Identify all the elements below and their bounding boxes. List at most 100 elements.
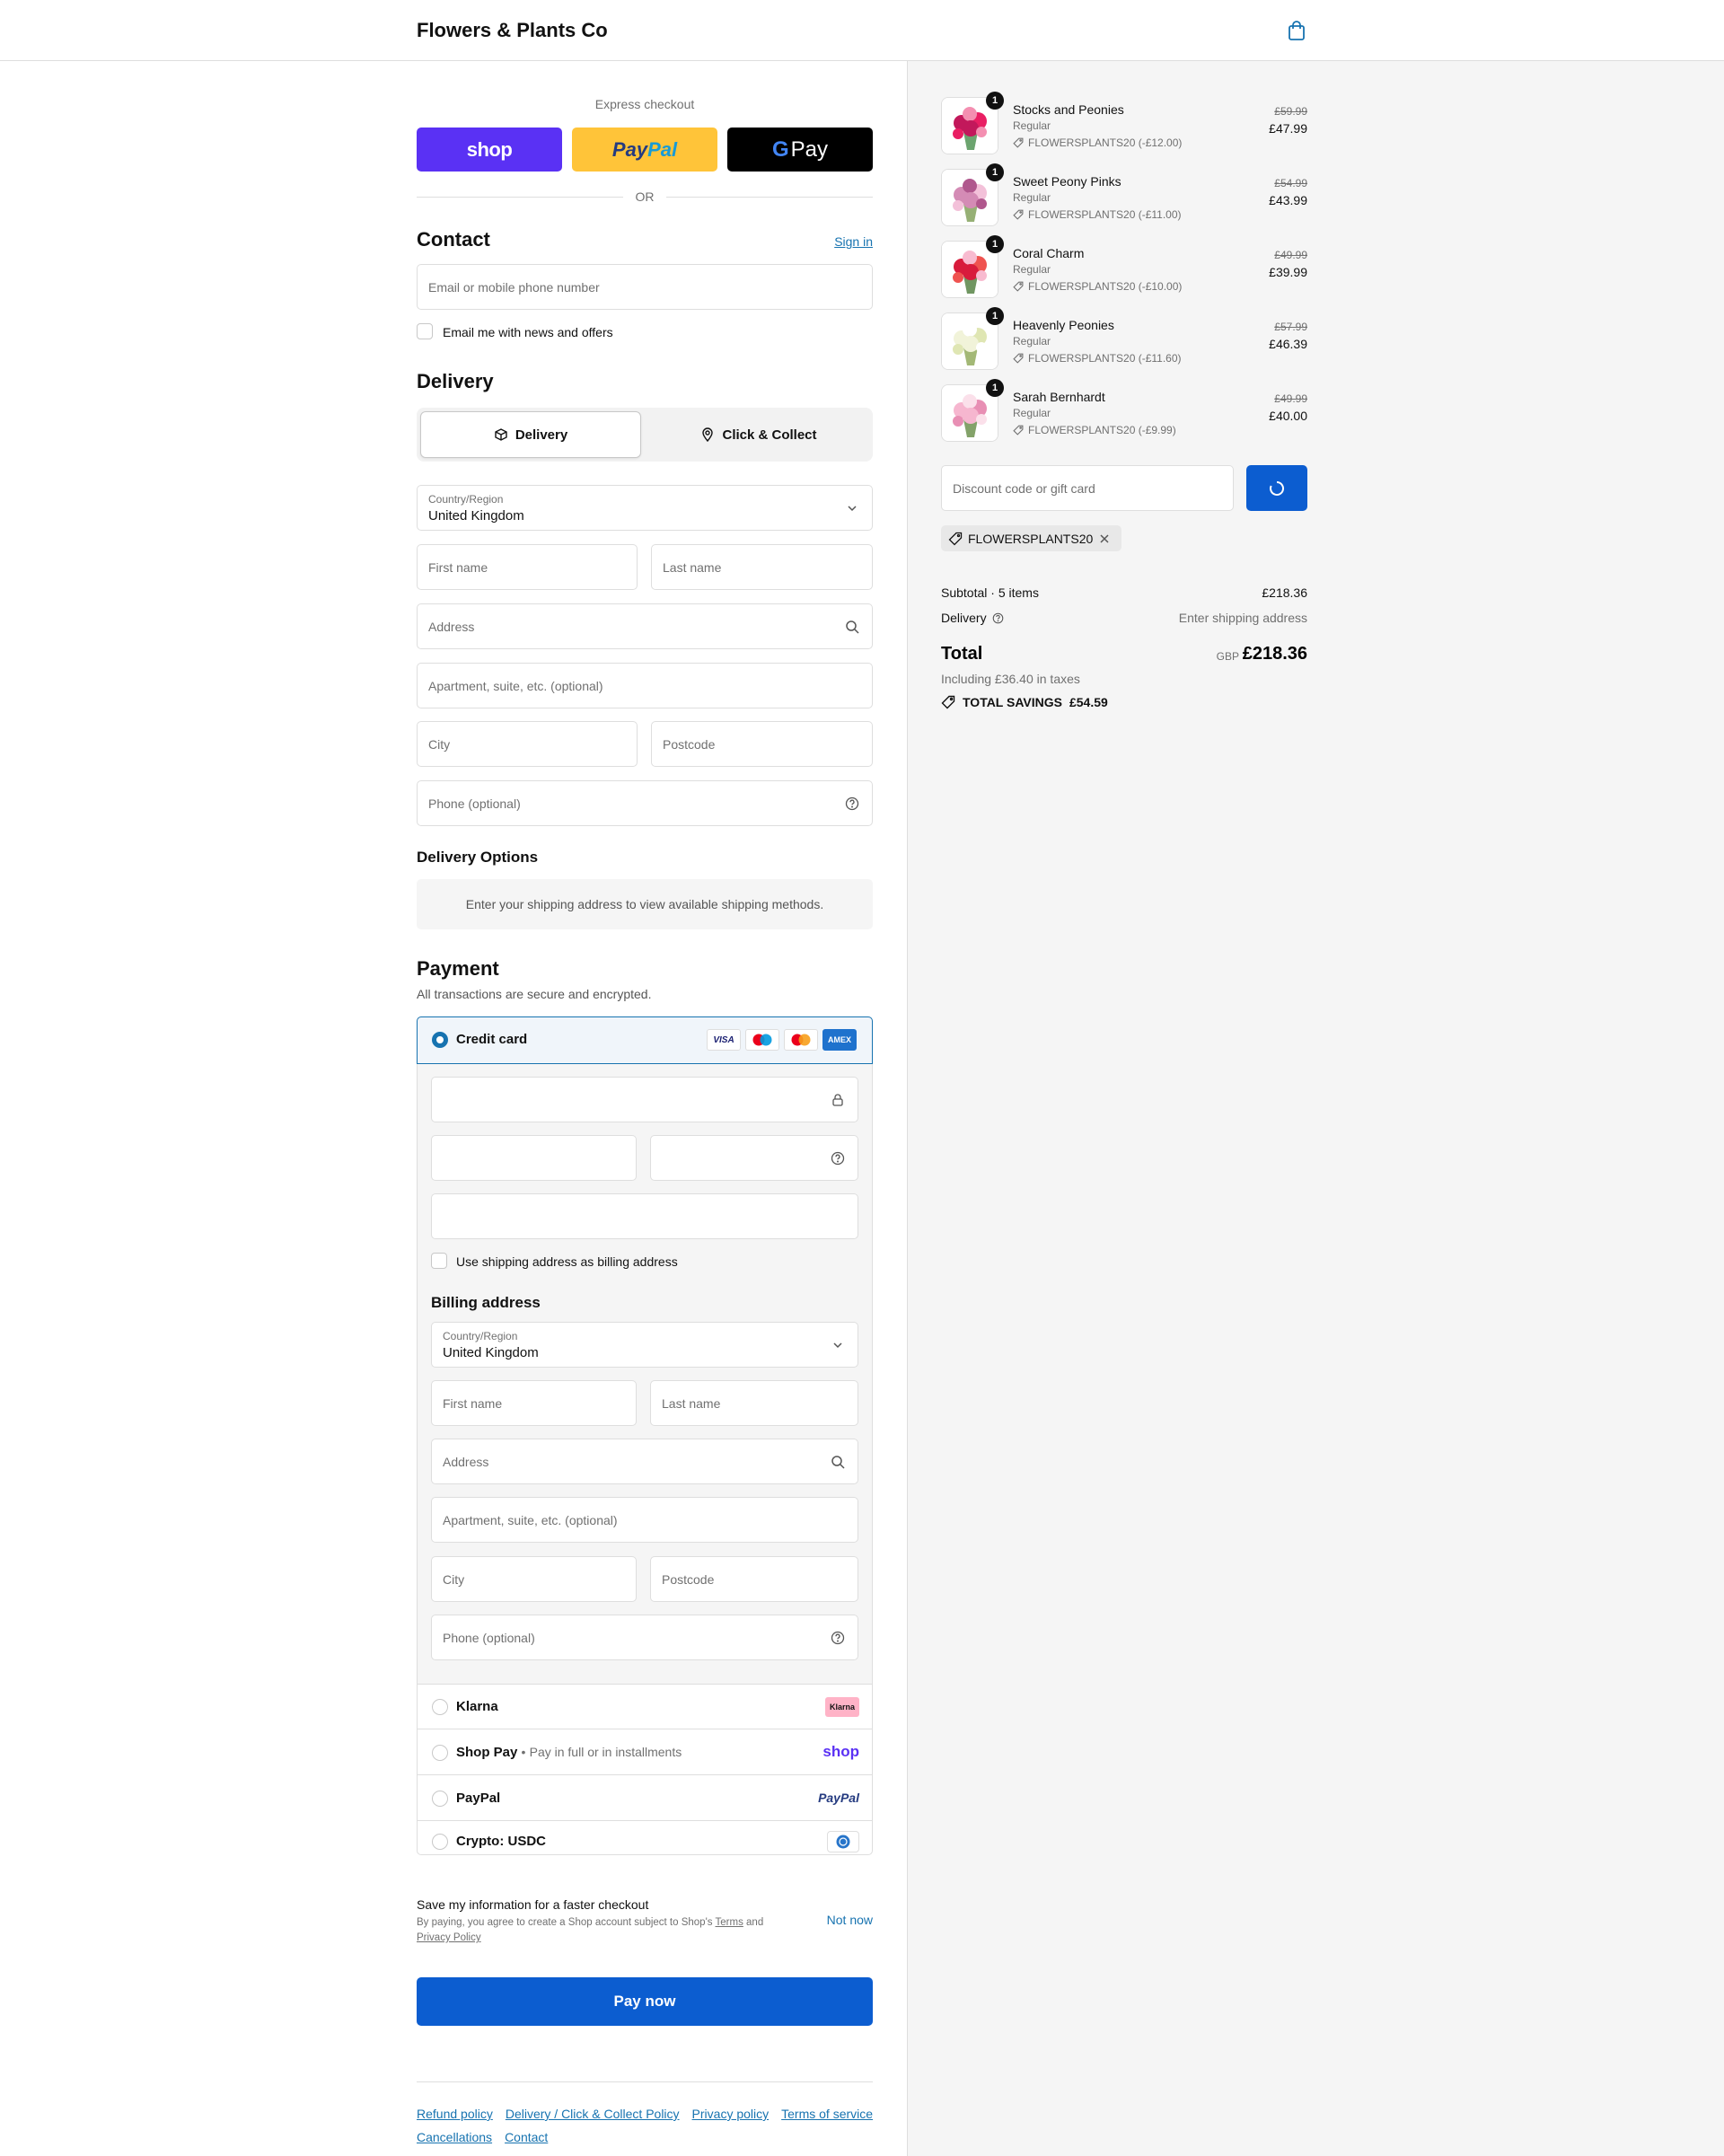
crypto-label: Crypto: USDC: [456, 1834, 546, 1849]
last-name-field[interactable]: Last name: [651, 544, 873, 590]
terms-of-service-link[interactable]: Terms of service: [781, 2107, 873, 2121]
shop-pay-radio[interactable]: [432, 1745, 448, 1761]
item-discount: FLOWERSPLANTS20 (-£11.60): [1013, 352, 1182, 365]
delivery-title: Delivery: [417, 370, 494, 392]
item-variant: Regular: [1013, 119, 1051, 132]
total-savings: TOTAL SAVINGS £54.59: [941, 695, 1108, 709]
email-field[interactable]: Email or mobile phone number: [417, 264, 873, 310]
tab-click-collect[interactable]: Click & Collect: [648, 411, 869, 458]
item-variant: Regular: [1013, 191, 1051, 204]
billing-address-field[interactable]: Address: [431, 1439, 858, 1484]
visa-icon: VISA: [707, 1029, 741, 1051]
security-code-field[interactable]: [650, 1135, 858, 1181]
tab-delivery[interactable]: Delivery: [420, 411, 641, 458]
billing-country-select[interactable]: Country/Region United Kingdom: [431, 1322, 858, 1368]
crypto-radio[interactable]: [432, 1834, 448, 1850]
site-header: Flowers & Plants Co: [0, 0, 1724, 61]
item-variant: Regular: [1013, 335, 1051, 348]
brand-name[interactable]: Flowers & Plants Co: [417, 19, 608, 42]
refund-policy-link[interactable]: Refund policy: [417, 2107, 493, 2121]
paypal-logo: PayPal: [818, 1791, 859, 1805]
not-now-button[interactable]: Not now: [827, 1913, 873, 1927]
item-price: £40.00: [1269, 409, 1307, 423]
paypal-express-button[interactable]: PayPal: [572, 128, 717, 172]
first-name-field[interactable]: First name: [417, 544, 638, 590]
item-price: £46.39: [1269, 337, 1307, 351]
address-field[interactable]: Address: [417, 603, 873, 649]
tag-icon: [948, 532, 963, 545]
privacy-policy-footer-link[interactable]: Privacy policy: [692, 2107, 770, 2121]
billing-last-name-field[interactable]: Last name: [650, 1380, 858, 1426]
city-field[interactable]: City: [417, 721, 638, 767]
quantity-badge: 1: [986, 379, 1004, 397]
country-select[interactable]: Country/Region United Kingdom: [417, 485, 873, 531]
usdc-icon: [827, 1831, 859, 1852]
footer-divider: [417, 2081, 873, 2082]
total-row: Total GBP £218.36: [941, 644, 1307, 667]
phone-field[interactable]: Phone (optional): [417, 780, 873, 826]
news-checkbox[interactable]: [417, 323, 433, 339]
item-name: Sweet Peony Pinks: [1013, 174, 1121, 189]
klarna-radio[interactable]: [432, 1699, 448, 1715]
google-pay-express-button[interactable]: G Pay: [727, 128, 873, 172]
paypal-option[interactable]: PayPal PayPal: [418, 1776, 872, 1821]
item-discount: FLOWERSPLANTS20 (-£12.00): [1013, 136, 1182, 149]
close-icon[interactable]: [1098, 532, 1111, 545]
contact-link[interactable]: Contact: [505, 2130, 548, 2144]
credit-card-radio[interactable]: [432, 1032, 448, 1048]
paypal-radio[interactable]: [432, 1791, 448, 1807]
shopping-bag-icon[interactable]: [1287, 20, 1306, 41]
payment-subtitle: All transactions are secure and encrypte…: [417, 987, 652, 1001]
item-original-price: £54.99: [1274, 177, 1307, 189]
credit-card-option[interactable]: Credit card VISA AMEX: [417, 1016, 873, 1064]
delivery-row: Delivery Enter shipping address: [941, 611, 1307, 625]
news-checkbox-label: Email me with news and offers: [443, 325, 613, 339]
item-name: Coral Charm: [1013, 246, 1085, 260]
express-checkout-title: Express checkout: [594, 97, 695, 111]
billing-postcode-field[interactable]: Postcode: [650, 1556, 858, 1602]
apartment-field[interactable]: Apartment, suite, etc. (optional): [417, 663, 873, 708]
postcode-field[interactable]: Postcode: [651, 721, 873, 767]
shop-pay-option[interactable]: Shop Pay • Pay in full or in installment…: [418, 1730, 872, 1775]
klarna-label: Klarna: [456, 1699, 498, 1714]
delivery-policy-link[interactable]: Delivery / Click & Collect Policy: [506, 2107, 680, 2121]
item-variant: Regular: [1013, 263, 1051, 276]
card-number-field[interactable]: [431, 1077, 858, 1122]
discount-code-field[interactable]: Discount code or gift card: [941, 465, 1234, 511]
sign-in-link[interactable]: Sign in: [834, 234, 873, 249]
delivery-options-notice: Enter your shipping address to view avai…: [417, 879, 873, 929]
shop-pay-logo: shop: [822, 1743, 859, 1760]
savings-label: TOTAL SAVINGS: [963, 695, 1062, 709]
save-info-description: By paying, you agree to create a Shop ac…: [417, 1917, 764, 1943]
location-pin-icon: [702, 427, 714, 442]
item-discount: FLOWERSPLANTS20 (-£10.00): [1013, 280, 1182, 293]
cancellations-link[interactable]: Cancellations: [417, 2130, 492, 2144]
help-icon[interactable]: [831, 1151, 845, 1166]
billing-city-field[interactable]: City: [431, 1556, 637, 1602]
expiry-field[interactable]: [431, 1135, 637, 1181]
subtotal-value: £218.36: [1262, 585, 1307, 600]
use-shipping-checkbox[interactable]: [431, 1253, 447, 1269]
quantity-badge: 1: [986, 307, 1004, 325]
apply-discount-button[interactable]: [1246, 465, 1307, 511]
crypto-option[interactable]: Crypto: USDC: [418, 1821, 872, 1856]
payment-title: Payment: [417, 957, 499, 980]
billing-first-name-field[interactable]: First name: [431, 1380, 637, 1426]
klarna-option[interactable]: Klarna Klarna: [418, 1685, 872, 1729]
terms-link[interactable]: Terms: [716, 1917, 743, 1928]
tag-icon: [1013, 209, 1024, 220]
billing-phone-field[interactable]: Phone (optional): [431, 1615, 858, 1660]
delivery-options-title: Delivery Options: [417, 849, 539, 866]
chevron-down-icon: [848, 506, 857, 512]
pay-now-button[interactable]: Pay now: [417, 1977, 873, 2026]
mastercard-icon: [784, 1029, 818, 1051]
help-icon[interactable]: [831, 1631, 845, 1645]
help-icon[interactable]: [992, 612, 1004, 624]
help-icon[interactable]: [845, 796, 859, 811]
name-on-card-field[interactable]: [431, 1193, 858, 1239]
shop-pay-express-button[interactable]: shop: [417, 128, 562, 172]
billing-apartment-field[interactable]: Apartment, suite, etc. (optional): [431, 1497, 858, 1543]
privacy-policy-link[interactable]: Privacy Policy: [417, 1932, 481, 1943]
or-divider: OR: [417, 189, 873, 204]
quantity-badge: 1: [986, 92, 1004, 110]
